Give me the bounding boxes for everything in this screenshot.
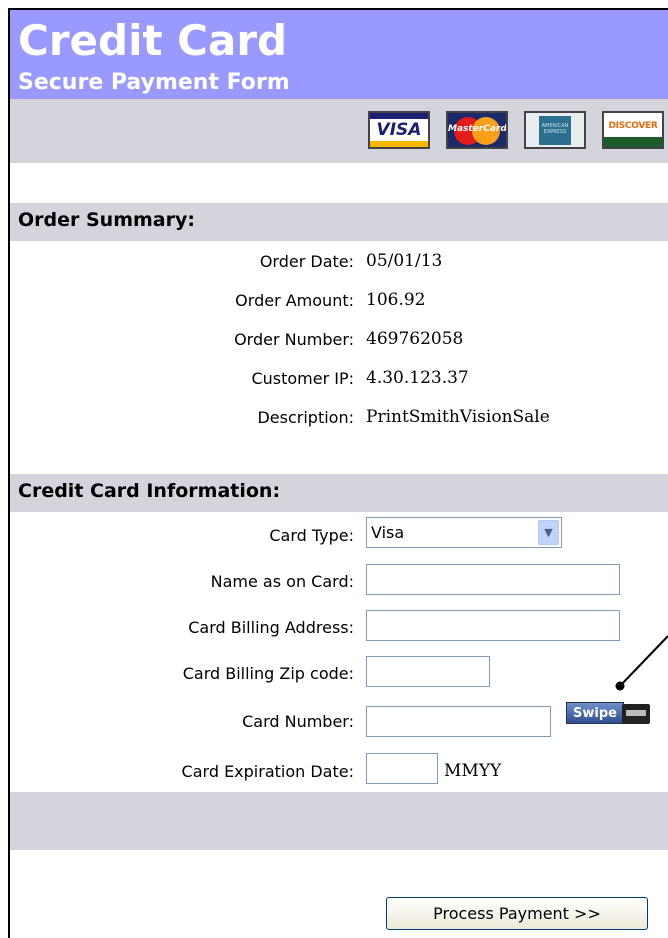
callout-line <box>619 635 668 687</box>
callout-pointer <box>615 635 668 691</box>
callout-dot <box>615 681 625 691</box>
